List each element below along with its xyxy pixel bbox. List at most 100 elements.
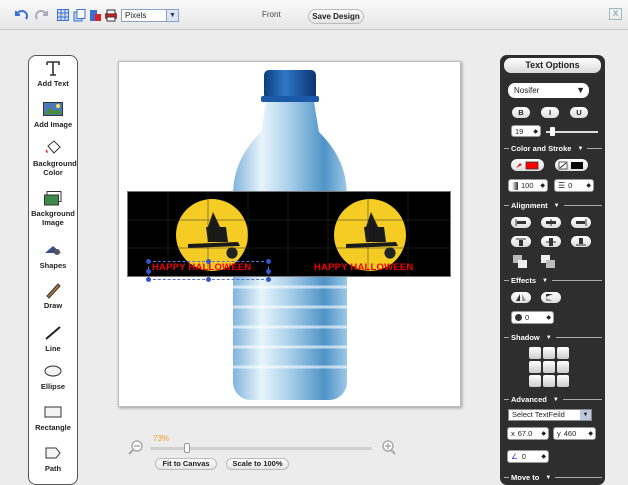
rectangle-tool[interactable]: Rectangle (29, 403, 77, 432)
font-size-slider-handle[interactable] (550, 127, 555, 136)
undo-icon[interactable] (14, 8, 28, 22)
shadow-section[interactable]: Shadow ▼ (504, 333, 602, 342)
text-field-select[interactable]: Select TextFeild ▼ (508, 409, 592, 421)
italic-button[interactable]: I (541, 107, 559, 118)
zoom-out-icon[interactable] (128, 439, 144, 457)
effects-section[interactable]: Effects ▼ (504, 276, 602, 285)
tool-label: Rectangle (35, 423, 71, 432)
shapes-tool[interactable]: Shapes (29, 241, 77, 270)
shadow-direction-cell[interactable] (557, 361, 569, 373)
alignment-section[interactable]: Alignment ▼ (504, 201, 602, 210)
resize-handle[interactable] (266, 259, 271, 264)
tool-label: Shapes (39, 261, 67, 270)
y-position-stepper[interactable]: y 460 ◆ (553, 427, 596, 440)
top-toolbar: Pixels ▼ Front Save Design X (0, 0, 628, 30)
side-label: Front (262, 10, 281, 19)
effect-stepper[interactable]: 0 ◆ (511, 311, 554, 324)
paint-bucket-icon (29, 139, 77, 157)
stroke-width-stepper[interactable]: ☰ 0 ◆ (554, 179, 594, 192)
chevron-down-icon: ▼ (577, 145, 584, 152)
ellipse-tool[interactable]: Ellipse (29, 362, 77, 391)
underline-button[interactable]: U (570, 107, 588, 118)
path-tool[interactable]: Path (29, 444, 77, 473)
copy-icon[interactable] (72, 8, 86, 22)
zoom-in-icon[interactable] (380, 439, 396, 457)
align-left-icon[interactable] (511, 217, 531, 228)
rotation-stepper[interactable]: ∠ 0 ◆ (507, 450, 549, 463)
font-select[interactable]: Nosifer ▼ (508, 83, 589, 98)
shadow-direction-cell[interactable] (529, 347, 541, 359)
align-top-icon[interactable] (511, 236, 531, 247)
x-position-stepper[interactable]: x 67.0 ◆ (507, 427, 549, 440)
background-image-tool[interactable]: Background Image (29, 189, 77, 227)
panel-title: Text Options (504, 58, 601, 73)
send-backward-icon[interactable] (513, 255, 527, 270)
tool-label: Add Text (37, 79, 69, 88)
stepper-arrows-icon: ◆ (533, 128, 538, 135)
scale-to-100-button[interactable]: Scale to 100% (226, 458, 289, 470)
draw-tool[interactable]: Draw (29, 281, 77, 310)
resize-handle[interactable] (206, 277, 211, 282)
chevron-down-icon: ▼ (545, 334, 552, 341)
stepper-arrows-icon: ◆ (546, 315, 551, 321)
resize-handle[interactable] (146, 259, 151, 264)
shadow-direction-cell[interactable] (543, 347, 555, 359)
flip-horizontal-icon[interactable] (511, 292, 531, 303)
zoom-slider-handle[interactable] (184, 443, 190, 453)
tools-panel: Add Text Add Image Background Color Back… (28, 55, 78, 485)
shadow-direction-cell[interactable] (529, 375, 541, 387)
resize-handle[interactable] (146, 277, 151, 282)
shadow-direction-cell[interactable] (557, 347, 569, 359)
tool-label: Path (44, 464, 62, 473)
bring-forward-icon[interactable] (541, 255, 555, 270)
add-image-tool[interactable]: Add Image (29, 100, 77, 129)
units-select[interactable]: Pixels ▼ (121, 9, 179, 22)
shadow-direction-cell[interactable] (529, 361, 541, 373)
path-icon (29, 444, 77, 462)
design-canvas[interactable]: HAPPY HALLOWEEN HAPPY HALLOWEEN (118, 61, 461, 407)
resize-handle[interactable] (266, 277, 271, 282)
delete-layer-icon[interactable] (88, 8, 102, 22)
resize-handle[interactable] (266, 269, 271, 274)
section-label: Effects (511, 276, 537, 285)
resize-handle[interactable] (206, 259, 211, 264)
align-bottom-icon[interactable] (571, 236, 591, 247)
resize-handle[interactable] (146, 269, 151, 274)
fit-to-canvas-button[interactable]: Fit to Canvas (155, 458, 217, 470)
stroke-color-button[interactable] (555, 159, 588, 171)
print-icon[interactable] (104, 8, 118, 22)
angle-value: 0 (521, 452, 526, 461)
advanced-section[interactable]: Advanced ▼ (504, 395, 602, 404)
align-center-icon[interactable] (541, 217, 561, 228)
background-color-tool[interactable]: Background Color (29, 139, 77, 177)
shadow-direction-cell[interactable] (543, 361, 555, 373)
grid-icon[interactable] (56, 8, 70, 22)
shadow-direction-cell[interactable] (543, 375, 555, 387)
align-right-icon[interactable] (571, 217, 591, 228)
bold-button[interactable]: B (512, 107, 530, 118)
label-text[interactable]: HAPPY HALLOWEEN (314, 262, 413, 273)
flip-vertical-icon[interactable] (541, 292, 561, 303)
tool-label: Draw (43, 301, 63, 310)
font-size-stepper[interactable]: 19 ◆ (511, 125, 541, 137)
redo-icon[interactable] (35, 8, 49, 22)
opacity-stepper[interactable]: 100 ◆ (508, 179, 548, 192)
align-middle-icon[interactable] (541, 236, 561, 247)
add-text-tool[interactable]: Add Text (29, 59, 77, 88)
line-tool[interactable]: Line (29, 324, 77, 353)
section-label: Advanced (511, 395, 547, 404)
fill-color-button[interactable] (511, 159, 544, 171)
text-options-panel: Text Options Nosifer ▼ B I U 19 ◆ Color a… (500, 55, 605, 485)
stroke-width-value: 0 (568, 181, 573, 190)
stepper-arrows-icon: ◆ (541, 431, 546, 437)
stepper-arrows-icon: ◆ (586, 183, 591, 189)
close-button[interactable]: X (609, 8, 622, 20)
selection-box[interactable] (146, 259, 271, 282)
y-label: y (557, 429, 561, 438)
shadow-direction-grid[interactable] (529, 347, 569, 387)
shadow-direction-cell[interactable] (557, 375, 569, 387)
color-stroke-section[interactable]: Color and Stroke ▼ (504, 144, 602, 153)
opacity-icon (512, 181, 518, 190)
save-design-button[interactable]: Save Design (308, 9, 364, 24)
section-label: Alignment (511, 201, 548, 210)
